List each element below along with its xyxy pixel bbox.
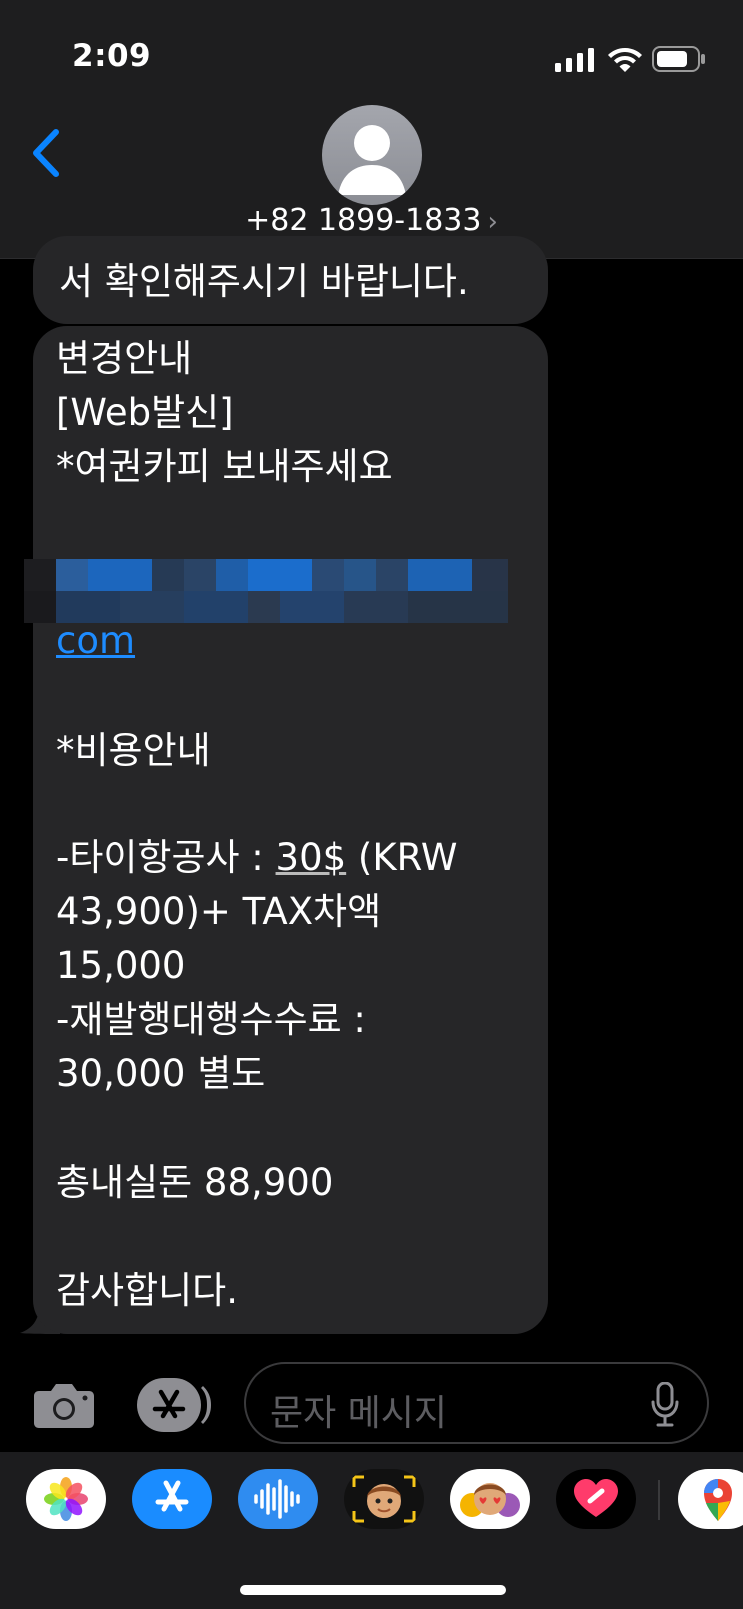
audio-message-app-icon[interactable]	[238, 1469, 318, 1529]
memoji-stickers-icon	[460, 1483, 520, 1517]
avatar-icon	[338, 125, 406, 195]
message-line: 변경안내	[56, 337, 193, 380]
fee-krw: (KRW	[346, 836, 458, 879]
message-input[interactable]: 문자 메시지	[244, 1362, 709, 1444]
message-bubble-previous[interactable]: 서 확인해주시기 바랍니다.	[33, 236, 548, 324]
battery-icon	[652, 46, 705, 72]
message-line: 30,000 별도	[56, 1052, 266, 1095]
google-maps-app-icon[interactable]	[678, 1469, 743, 1529]
heart-icon	[574, 1479, 618, 1517]
message-line: -재발행대행수수료 :	[56, 998, 366, 1041]
status-time: 2:09	[72, 38, 152, 74]
photos-flower-icon	[44, 1477, 88, 1521]
message-line: [Web발신]	[56, 391, 234, 434]
message-input-placeholder: 문자 메시지	[270, 1393, 448, 1434]
message-line: 총내실돈 88,900	[56, 1161, 334, 1204]
microphone-icon[interactable]	[651, 1382, 679, 1428]
contact-number: +82 1899-1833	[245, 203, 482, 238]
map-pin-icon	[704, 1479, 732, 1521]
drawer-divider	[658, 1480, 660, 1520]
detected-amount[interactable]: 30$	[276, 836, 347, 879]
digital-touch-app-icon[interactable]	[556, 1469, 636, 1529]
memoji-face-icon	[352, 1475, 416, 1523]
message-line: -타이항공사 : 30$ (KRW	[56, 831, 457, 885]
message-link[interactable]: com	[56, 614, 135, 668]
app-store-icon[interactable]	[137, 1378, 211, 1432]
back-chevron-icon[interactable]	[28, 128, 64, 178]
avatar[interactable]	[322, 105, 422, 205]
message-line: *비용안내	[56, 729, 211, 772]
app-store-a-icon	[155, 1480, 189, 1512]
message-line: 감사합니다.	[56, 1269, 238, 1312]
fee-label: -타이항공사 :	[56, 836, 276, 879]
chevron-right-icon: ›	[487, 207, 498, 237]
message-text: 서 확인해주시기 바랍니다.	[59, 260, 469, 303]
memoji-app-icon[interactable]	[344, 1469, 424, 1529]
wifi-icon	[608, 48, 642, 72]
app-store-app-icon[interactable]	[132, 1469, 212, 1529]
photos-app-icon[interactable]	[26, 1469, 106, 1529]
signal-icon	[555, 48, 594, 72]
message-line: 15,000	[56, 944, 186, 987]
memoji-stickers-app-icon[interactable]	[450, 1469, 530, 1529]
message-line: *여권카피 보내주세요	[56, 445, 393, 488]
home-indicator[interactable]	[240, 1585, 506, 1595]
contact-name[interactable]: +82 1899-1833 ›	[0, 203, 743, 238]
conversation-header: 2:09 +82 1899-1833 ›	[0, 0, 743, 259]
camera-icon[interactable]	[33, 1381, 95, 1429]
waveform-icon	[254, 1479, 300, 1519]
message-line: 43,900)+ TAX차액	[56, 890, 382, 933]
